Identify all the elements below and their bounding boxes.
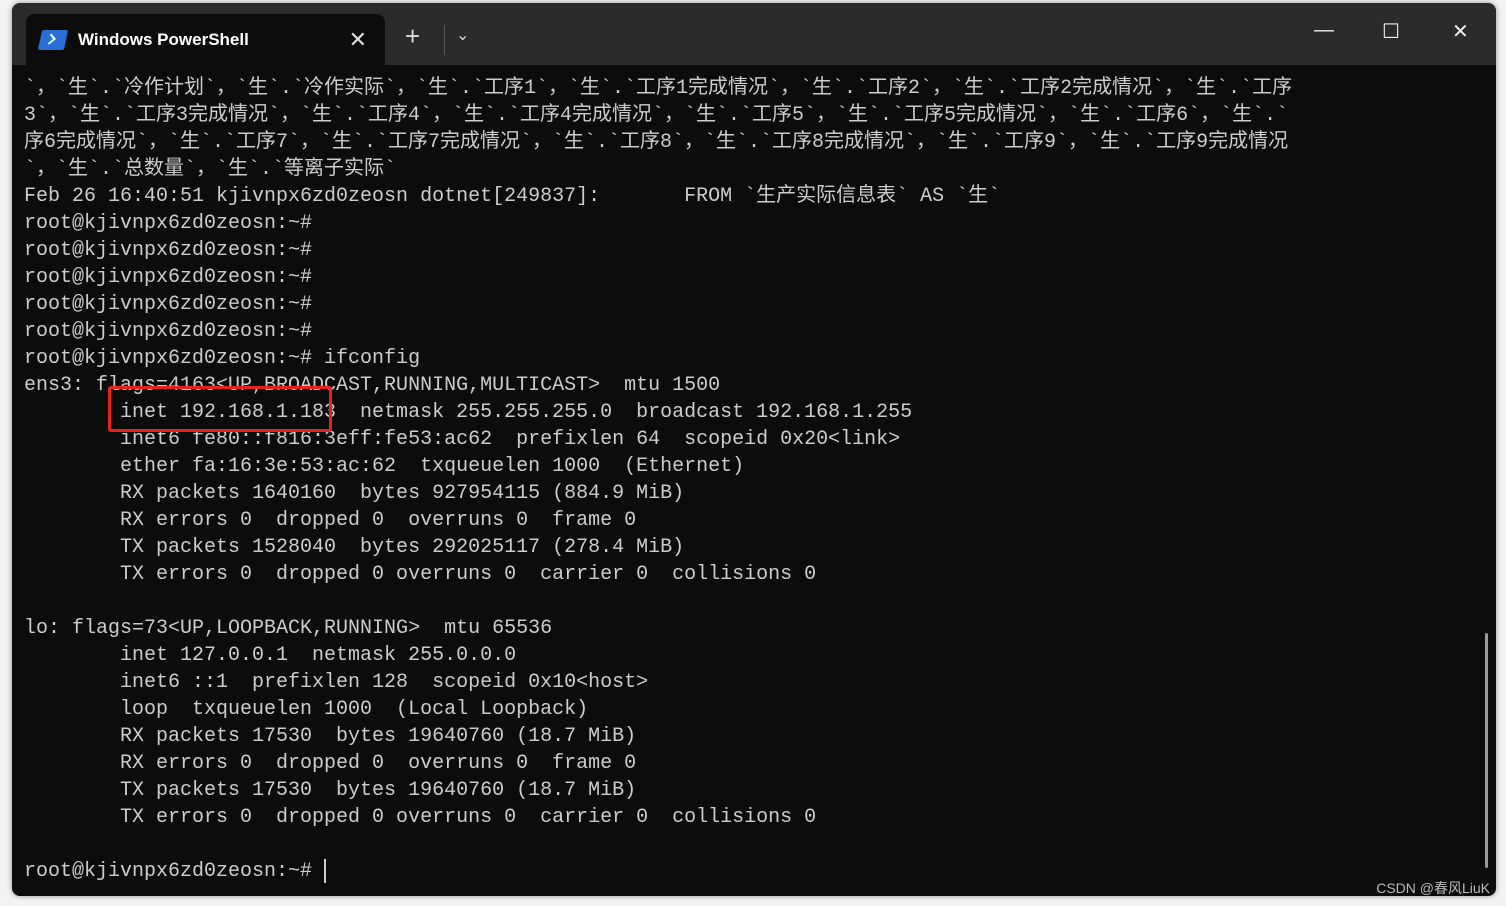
terminal-line: Feb 26 16:40:51 kjivnpx6zd0zeosn dotnet[…	[24, 185, 1001, 208]
terminal-line: root@kjivnpx6zd0zeosn:~#	[24, 266, 313, 289]
highlight-box	[108, 386, 332, 432]
minimize-button[interactable]: —	[1314, 19, 1334, 42]
text-cursor	[324, 858, 327, 883]
terminal-line: RX packets 1640160 bytes 927954115 (884.…	[24, 482, 685, 505]
new-tab-button[interactable]: +	[405, 21, 420, 52]
terminal-line: root@kjivnpx6zd0zeosn:~#	[24, 212, 313, 235]
terminal-line: 3`，`生`.`工序3完成情况`，`生`.`工序4`，`生`.`工序4完成情况`…	[24, 104, 1289, 127]
watermark: CSDN @春风LiuK	[1376, 880, 1490, 896]
terminal-line: root@kjivnpx6zd0zeosn:~#	[24, 239, 313, 262]
tab-close-icon[interactable]: ✕	[349, 27, 367, 53]
scrollbar[interactable]	[1485, 633, 1488, 868]
close-button[interactable]: ✕	[1452, 19, 1469, 44]
terminal-line: ether fa:16:3e:53:ac:62 txqueuelen 1000 …	[24, 455, 745, 478]
terminal-line: root@kjivnpx6zd0zeosn:~#	[24, 320, 313, 343]
chevron-down-icon[interactable]: ⌄	[456, 25, 469, 45]
powershell-window: Windows PowerShell ✕ + ⌄ — ☐ ✕ `，`生`.`冷作…	[12, 3, 1496, 896]
powershell-icon	[37, 29, 69, 50]
terminal-line: RX errors 0 dropped 0 overruns 0 frame 0	[24, 752, 637, 775]
terminal-line: TX errors 0 dropped 0 overruns 0 carrier…	[24, 806, 817, 829]
terminal-line: root@kjivnpx6zd0zeosn:~# ifconfig	[24, 347, 421, 370]
terminal-line: inet 127.0.0.1 netmask 255.0.0.0	[24, 644, 517, 667]
terminal-line: RX errors 0 dropped 0 overruns 0 frame 0	[24, 509, 637, 532]
tab-title: Windows PowerShell	[78, 29, 249, 49]
maximize-button[interactable]: ☐	[1382, 19, 1400, 44]
terminal-line: inet6 ::1 prefixlen 128 scopeid 0x10<hos…	[24, 671, 649, 694]
terminal-output[interactable]: `，`生`.`冷作计划`，`生`.`冷作实际`，`生`.`工序1`，`生`.`工…	[24, 75, 1474, 885]
terminal-line: `，`生`.`冷作计划`，`生`.`冷作实际`，`生`.`工序1`，`生`.`工…	[24, 77, 1293, 100]
terminal-line: TX packets 17530 bytes 19640760 (18.7 Mi…	[24, 779, 637, 802]
title-bar: Windows PowerShell ✕ + ⌄ — ☐ ✕	[12, 3, 1496, 65]
terminal-line: root@kjivnpx6zd0zeosn:~#	[24, 858, 327, 883]
terminal-line: TX errors 0 dropped 0 overruns 0 carrier…	[24, 563, 817, 586]
terminal-line: 序6完成情况`，`生`.`工序7`，`生`.`工序7完成情况`，`生`.`工序8…	[24, 131, 1289, 154]
tab-windows-powershell[interactable]: Windows PowerShell ✕	[26, 14, 385, 65]
terminal-line: `，`生`.`总数量`，`生`.`等离子实际`	[24, 158, 397, 181]
divider	[444, 25, 445, 55]
terminal-line: lo: flags=73<UP,LOOPBACK,RUNNING> mtu 65…	[24, 617, 553, 640]
terminal-line: TX packets 1528040 bytes 292025117 (278.…	[24, 536, 685, 559]
terminal-line: RX packets 17530 bytes 19640760 (18.7 Mi…	[24, 725, 637, 748]
terminal-line: loop txqueuelen 1000 (Local Loopback)	[24, 698, 589, 721]
terminal-line: root@kjivnpx6zd0zeosn:~#	[24, 293, 313, 316]
